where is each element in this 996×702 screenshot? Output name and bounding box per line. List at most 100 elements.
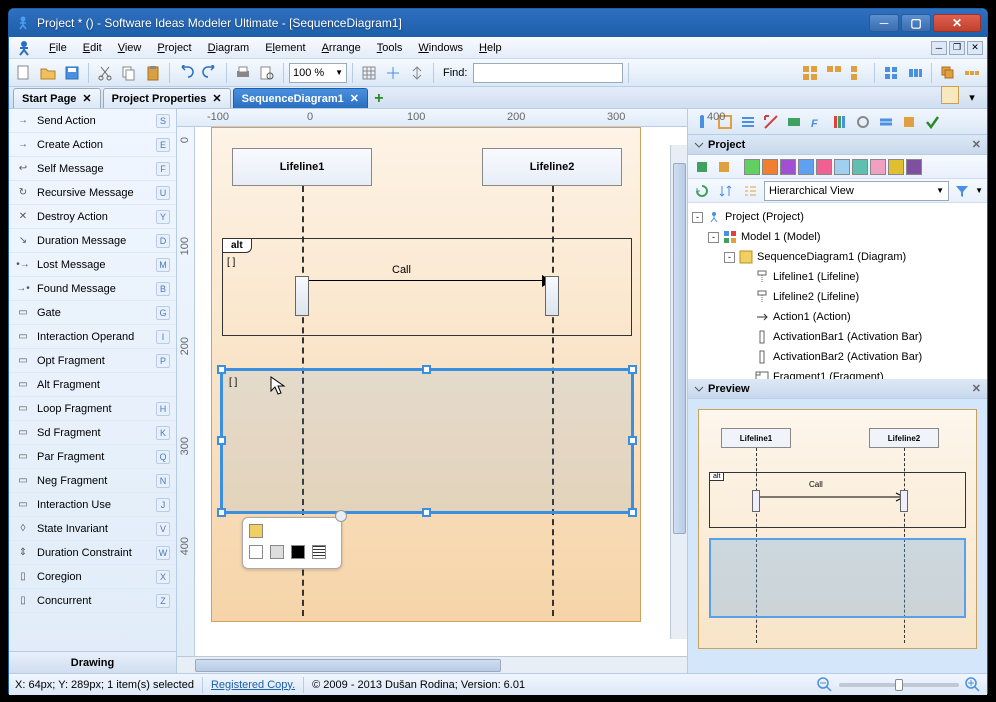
diagram-canvas[interactable]: Lifeline1 Lifeline2 alt [ ] Call <box>195 127 687 656</box>
snap-button[interactable] <box>382 62 404 84</box>
copy-button[interactable] <box>118 62 140 84</box>
layout-btn-2[interactable] <box>823 62 845 84</box>
color-box[interactable] <box>834 159 850 175</box>
color-box[interactable] <box>906 159 922 175</box>
save-button[interactable] <box>61 62 83 84</box>
zoom-out-icon[interactable] <box>817 677 833 693</box>
toolbox-item-par-fragment[interactable]: ▭Par FragmentQ <box>9 445 176 469</box>
tile-btn-1[interactable] <box>880 62 902 84</box>
toolbox-item-lost-message[interactable]: •→Lost MessageM <box>9 253 176 277</box>
undo-button[interactable] <box>175 62 197 84</box>
cut-button[interactable] <box>94 62 116 84</box>
new-button[interactable] <box>13 62 35 84</box>
mdi-close-button[interactable]: ✕ <box>967 41 983 55</box>
menu-arrange[interactable]: Arrange <box>314 39 369 57</box>
color-box[interactable] <box>816 159 832 175</box>
pattern-swatch[interactable] <box>312 545 326 559</box>
arrange-button[interactable] <box>961 62 983 84</box>
tree-node[interactable]: Action1 (Action) <box>692 307 983 327</box>
call-arrow[interactable] <box>304 280 550 281</box>
open-button[interactable] <box>37 62 59 84</box>
toolbox-item-sd-fragment[interactable]: ▭Sd FragmentK <box>9 421 176 445</box>
tree-node[interactable]: Lifeline2 (Lifeline) <box>692 287 983 307</box>
filter-button[interactable] <box>953 182 971 200</box>
cascade-button[interactable] <box>937 62 959 84</box>
color-swatch[interactable] <box>249 545 263 559</box>
project-tree[interactable]: -Project (Project)-Model 1 (Model)-Seque… <box>688 203 987 379</box>
sort-button[interactable] <box>716 181 736 201</box>
menu-diagram[interactable]: Diagram <box>200 39 258 57</box>
close-button[interactable]: ✕ <box>933 14 981 32</box>
refresh-button[interactable] <box>692 181 712 201</box>
resize-handle[interactable] <box>628 436 637 445</box>
tree-node[interactable]: Fragment1 (Fragment) <box>692 367 983 379</box>
color-box[interactable] <box>870 159 886 175</box>
menu-tools[interactable]: Tools <box>369 39 411 57</box>
toolbox-item-state-invariant[interactable]: ◊State InvariantV <box>9 517 176 541</box>
alt-fragment[interactable]: alt [ ] <box>222 238 632 336</box>
close-icon[interactable]: ✕ <box>350 92 359 105</box>
paste-button[interactable] <box>142 62 164 84</box>
layout-btn-3[interactable] <box>847 62 869 84</box>
registered-link[interactable]: Registered Copy. <box>211 679 295 691</box>
toolbox-item-send-action[interactable]: →Send ActionS <box>9 109 176 133</box>
toolbox-item-interaction-operand[interactable]: ▭Interaction OperandI <box>9 325 176 349</box>
mdi-minimize-button[interactable]: ─ <box>931 41 947 55</box>
grid-button[interactable] <box>358 62 380 84</box>
color-box[interactable] <box>852 159 868 175</box>
tree-expander[interactable]: - <box>708 232 719 243</box>
color-box[interactable] <box>780 159 796 175</box>
color-box[interactable] <box>762 159 778 175</box>
toolbox-item-found-message[interactable]: →•Found MessageB <box>9 277 176 301</box>
toolbox-item-alt-fragment[interactable]: ▭Alt Fragment <box>9 373 176 397</box>
color-box[interactable] <box>888 159 904 175</box>
maximize-button[interactable]: ▢ <box>901 14 931 32</box>
toolbox-item-loop-fragment[interactable]: ▭Loop FragmentH <box>9 397 176 421</box>
redo-button[interactable] <box>199 62 221 84</box>
tree-node[interactable]: ActivationBar1 (Activation Bar) <box>692 327 983 347</box>
tab-options-button[interactable] <box>941 86 959 104</box>
zoom-in-icon[interactable] <box>965 677 981 693</box>
activation-bar-2[interactable] <box>545 276 559 316</box>
panel-btn[interactable] <box>853 112 873 132</box>
toolbox-item-duration-constraint[interactable]: ⇕Duration ConstraintW <box>9 541 176 565</box>
resize-handle[interactable] <box>422 508 431 517</box>
horizontal-scrollbar[interactable] <box>177 656 687 673</box>
menu-file[interactable]: File <box>41 39 75 57</box>
tree-node[interactable]: Lifeline1 (Lifeline) <box>692 267 983 287</box>
print-preview-button[interactable] <box>256 62 278 84</box>
toolbox-item-gate[interactable]: ▭GateG <box>9 301 176 325</box>
close-icon[interactable]: ✕ <box>82 92 91 105</box>
minimize-button[interactable]: ─ <box>869 14 899 32</box>
toolbox-item-duration-message[interactable]: ↘Duration MessageD <box>9 229 176 253</box>
view-mode-select[interactable]: Hierarchical View▼ <box>764 181 949 201</box>
panel-btn[interactable]: F <box>807 112 827 132</box>
toolbox-item-self-message[interactable]: ↩Self MessageF <box>9 157 176 181</box>
toolbox-item-coregion[interactable]: ▯CoregionX <box>9 565 176 589</box>
panel-btn[interactable] <box>761 112 781 132</box>
style-popup[interactable] <box>242 517 342 569</box>
chevron-down-icon[interactable] <box>694 140 704 150</box>
activation-bar-1[interactable] <box>295 276 309 316</box>
guides-button[interactable] <box>406 62 428 84</box>
resize-handle[interactable] <box>217 365 226 374</box>
resize-handle[interactable] <box>217 436 226 445</box>
add-button[interactable] <box>714 157 734 177</box>
zoom-combobox[interactable]: 100 %▼ <box>289 63 347 83</box>
chevron-down-icon[interactable] <box>694 384 704 394</box>
tree-button[interactable] <box>740 181 760 201</box>
panel-btn[interactable] <box>784 112 804 132</box>
close-panel-icon[interactable]: ✕ <box>972 382 981 395</box>
popup-handle[interactable] <box>335 510 347 522</box>
tab-start-page[interactable]: Start Page✕ <box>13 88 101 108</box>
lifeline-2[interactable]: Lifeline2 <box>482 148 622 186</box>
close-panel-icon[interactable]: ✕ <box>972 138 981 151</box>
color-swatch[interactable] <box>270 545 284 559</box>
toolbox-item-create-action[interactable]: →Create ActionE <box>9 133 176 157</box>
close-icon[interactable]: ✕ <box>212 92 221 105</box>
add-tab-button[interactable]: + <box>370 90 388 108</box>
preview-body[interactable]: Lifeline1 Lifeline2 alt Call <box>688 399 987 673</box>
panel-btn[interactable] <box>830 112 850 132</box>
tree-node[interactable]: -Project (Project) <box>692 207 983 227</box>
zoom-slider[interactable] <box>839 683 959 687</box>
